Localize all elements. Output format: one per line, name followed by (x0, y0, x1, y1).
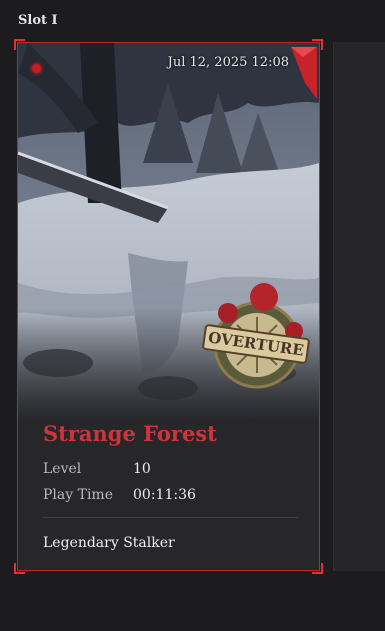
divider (43, 517, 298, 518)
player-rank: Legendary Stalker (43, 535, 175, 551)
location-title: Strange Forest (43, 421, 217, 446)
overture-badge-icon: OVERTURE (202, 283, 310, 389)
corner-bracket (14, 563, 25, 574)
stat-value: 10 (133, 461, 151, 477)
stat-label: Play Time (43, 487, 113, 503)
next-slot-card[interactable] (333, 42, 385, 571)
stat-row-playtime: Play Time 00:11:36 (43, 487, 196, 503)
stat-label: Level (43, 461, 82, 477)
save-slot-card[interactable]: Jul 12, 2025 12:08 OVERTURE Strange Fore… (14, 39, 323, 574)
red-gem-icon (32, 64, 41, 73)
corner-flag-icon (291, 47, 317, 99)
corner-bracket (312, 563, 323, 574)
save-timestamp: Jul 12, 2025 12:08 (167, 55, 289, 70)
slot-label: Slot I (18, 13, 58, 28)
stat-value: 00:11:36 (133, 487, 196, 503)
stat-row-level: Level 10 (43, 461, 151, 477)
